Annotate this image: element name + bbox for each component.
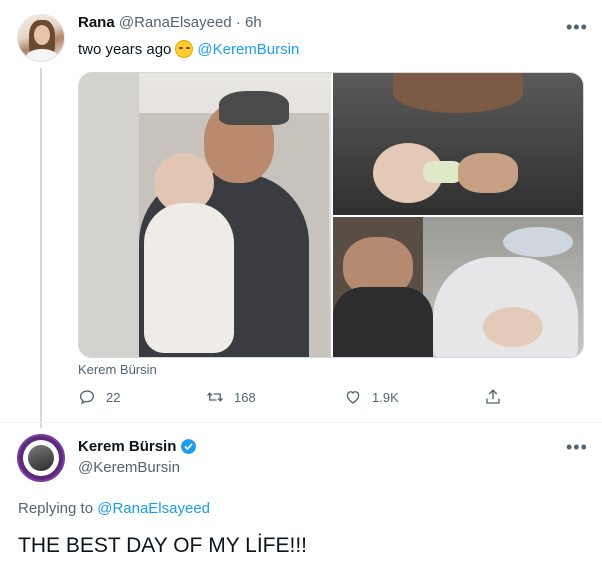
tweet-text: two years ago @KeremBursin — [78, 40, 299, 58]
reply-avatar[interactable] — [17, 434, 65, 482]
avatar-face — [34, 25, 50, 45]
mention-link[interactable]: @KeremBursin — [197, 41, 299, 58]
background-window — [79, 73, 139, 357]
replying-to-link[interactable]: @RanaElsayeed — [97, 500, 210, 517]
tweet-actions: 22 168 1.9K — [78, 388, 508, 412]
retweet-count: 168 — [234, 389, 256, 405]
share-button[interactable] — [484, 388, 502, 406]
author-handle[interactable]: @RanaElsayeed — [119, 14, 232, 31]
tweet-body-text: two years ago — [78, 40, 172, 58]
heart-icon — [346, 391, 360, 404]
tweet[interactable]: Rana @RanaElsayeed · 6h ••• two years ag… — [0, 0, 602, 420]
more-options-icon[interactable]: ••• — [566, 18, 588, 36]
mobile-toy — [503, 227, 573, 257]
photo-baby-in-bouncer[interactable] — [333, 217, 583, 357]
baby-in-bouncer — [483, 307, 543, 347]
reply-author-name[interactable]: Kerem Bürsin — [78, 438, 197, 455]
author-name[interactable]: Rana — [78, 14, 115, 31]
baby-onesie — [144, 203, 234, 353]
reply-button[interactable]: 22 — [78, 388, 120, 406]
tweet-divider — [0, 422, 602, 423]
avatar-body — [26, 49, 58, 61]
retweet-icon — [207, 392, 223, 402]
man-head-top — [393, 73, 523, 113]
tagged-person[interactable]: Kerem Bürsin — [78, 362, 157, 377]
reply-count: 22 — [106, 389, 121, 405]
avatar-photo — [28, 445, 54, 471]
like-count: 1.9K — [372, 389, 399, 405]
like-button[interactable]: 1.9K — [344, 388, 399, 406]
reply-body-text: THE BEST DAY OF MY LİFE!!! — [18, 534, 308, 557]
hand — [458, 153, 518, 193]
replying-to-line: Replying to @RanaElsayeed — [18, 500, 210, 517]
retweet-button[interactable]: 168 — [206, 388, 256, 406]
reply-icon — [79, 390, 95, 405]
man-cap — [219, 91, 289, 125]
media-grid[interactable] — [78, 72, 584, 358]
share-icon — [486, 389, 500, 404]
bottle — [423, 161, 463, 183]
photo-feeding-baby[interactable] — [333, 73, 583, 215]
avatar[interactable] — [17, 14, 65, 62]
tweet-time[interactable]: 6h — [245, 14, 262, 31]
separator-dot: · — [235, 14, 241, 31]
relieved-face-emoji-icon — [175, 40, 194, 58]
reply-author-name-text: Kerem Bürsin — [78, 438, 177, 455]
photo-father-holding-baby[interactable] — [79, 73, 331, 357]
man-shirt — [333, 287, 433, 357]
reply-author-handle[interactable]: @KeremBursin — [78, 459, 180, 476]
tweet-header: Rana @RanaElsayeed · 6h — [78, 14, 262, 31]
reply-more-options-icon[interactable]: ••• — [566, 438, 588, 456]
replying-to-label: Replying to — [18, 500, 94, 517]
verified-badge-icon — [181, 439, 197, 454]
